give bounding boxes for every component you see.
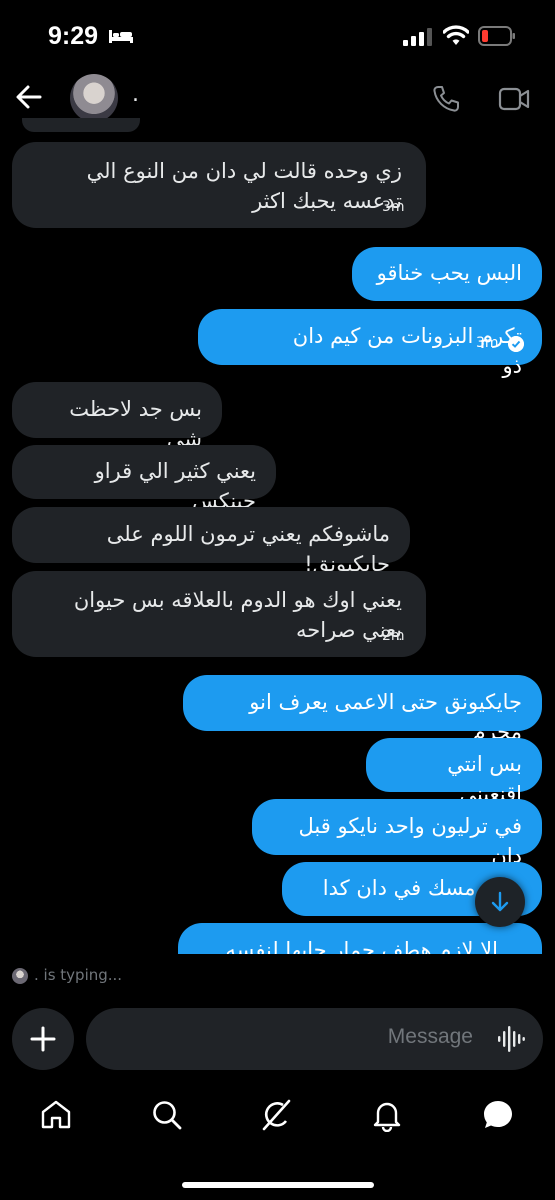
home-indicator <box>182 1182 374 1188</box>
video-icon[interactable] <box>498 86 530 112</box>
message-outgoing[interactable]: البس يحب خناقو <box>352 247 542 301</box>
message-text: ماشوفكم يعني ترمون اللوم على جايكيونق! <box>106 522 390 576</box>
message-text: يعني اوك هو الدوم بالعلاقه بس حيوان يعني… <box>73 588 402 642</box>
phone-icon[interactable] <box>432 85 460 113</box>
message-text: بس جد لاحظت شي <box>69 397 202 451</box>
bottom-navigation <box>0 1090 555 1150</box>
message-placeholder: Message <box>387 1025 473 1048</box>
message-incoming[interactable]: بس جد لاحظت شي <box>12 382 222 451</box>
bed-icon <box>109 30 133 43</box>
message-text: جايكيونق حتى الاعمى يعرف انو مجرم <box>249 690 522 744</box>
voice-message-icon[interactable] <box>497 1025 525 1053</box>
previous-message-fragment <box>22 118 140 132</box>
wifi-icon <box>443 25 469 45</box>
message-text: زي وحده قالت لي دان من النوع الي تدعسه ي… <box>86 159 402 213</box>
message-incoming[interactable]: زي وحده قالت لي دان من النوع الي تدعسه ي… <box>12 142 426 228</box>
message-outgoing[interactable]: الا لازم هطف حمار جابها لنفسه <box>178 923 542 954</box>
message-text: يعني كثير الي قراو جينكس <box>94 459 256 513</box>
add-attachment-button[interactable] <box>12 1008 74 1070</box>
signal-icon <box>403 28 432 46</box>
message-text: الا لازم هطف حمار جابها لنفسه <box>225 938 498 954</box>
typing-avatar <box>12 968 28 984</box>
battery-low-icon <box>478 26 515 46</box>
message-clip: الا لازم هطف حمار جابها لنفسه <box>0 920 555 954</box>
status-bar: 9:29 <box>0 0 555 70</box>
message-timestamp: 3m <box>382 199 405 215</box>
typing-indicator: . is typing... <box>34 966 123 984</box>
message-incoming[interactable]: يعني كثير الي قراو جينكس <box>12 445 276 513</box>
search-icon[interactable] <box>150 1098 184 1132</box>
message-outgoing[interactable]: في ترليون واحد نايكو قبل دان <box>252 799 542 868</box>
sent-check-icon <box>508 336 524 352</box>
status-time: 9:29 <box>48 22 99 50</box>
plus-icon <box>30 1026 56 1052</box>
message-text: البس يحب خناقو <box>376 261 522 285</box>
messages-icon[interactable] <box>481 1098 515 1132</box>
avatar[interactable] <box>70 74 118 122</box>
message-timestamp: 2m <box>382 628 405 644</box>
grok-icon[interactable] <box>259 1098 293 1132</box>
scroll-down-button[interactable] <box>475 877 525 927</box>
conversation-name[interactable]: . <box>132 82 139 107</box>
message-timestamp: 3m <box>476 335 499 351</box>
message-outgoing[interactable]: بس انتي اقنعيني <box>366 738 542 806</box>
arrow-down-icon <box>491 891 509 912</box>
message-incoming[interactable]: ماشوفكم يعني ترمون اللوم على جايكيونق! <box>12 507 410 576</box>
message-text: بس انتي اقنعيني <box>447 752 522 806</box>
message-outgoing[interactable]: جايكيونق حتى الاعمى يعرف انو مجرم <box>183 675 542 744</box>
message-text: تكرم البزونات من كيم دان ذو <box>292 324 522 378</box>
message-incoming[interactable]: يعني اوك هو الدوم بالعلاقه بس حيوان يعني… <box>12 571 426 657</box>
message-input[interactable]: Message <box>86 1008 543 1070</box>
back-arrow-icon[interactable] <box>14 82 44 112</box>
home-icon[interactable] <box>39 1098 73 1132</box>
notifications-icon[interactable] <box>370 1098 404 1132</box>
message-text: في ترليون واحد نايكو قبل دان <box>298 814 522 868</box>
